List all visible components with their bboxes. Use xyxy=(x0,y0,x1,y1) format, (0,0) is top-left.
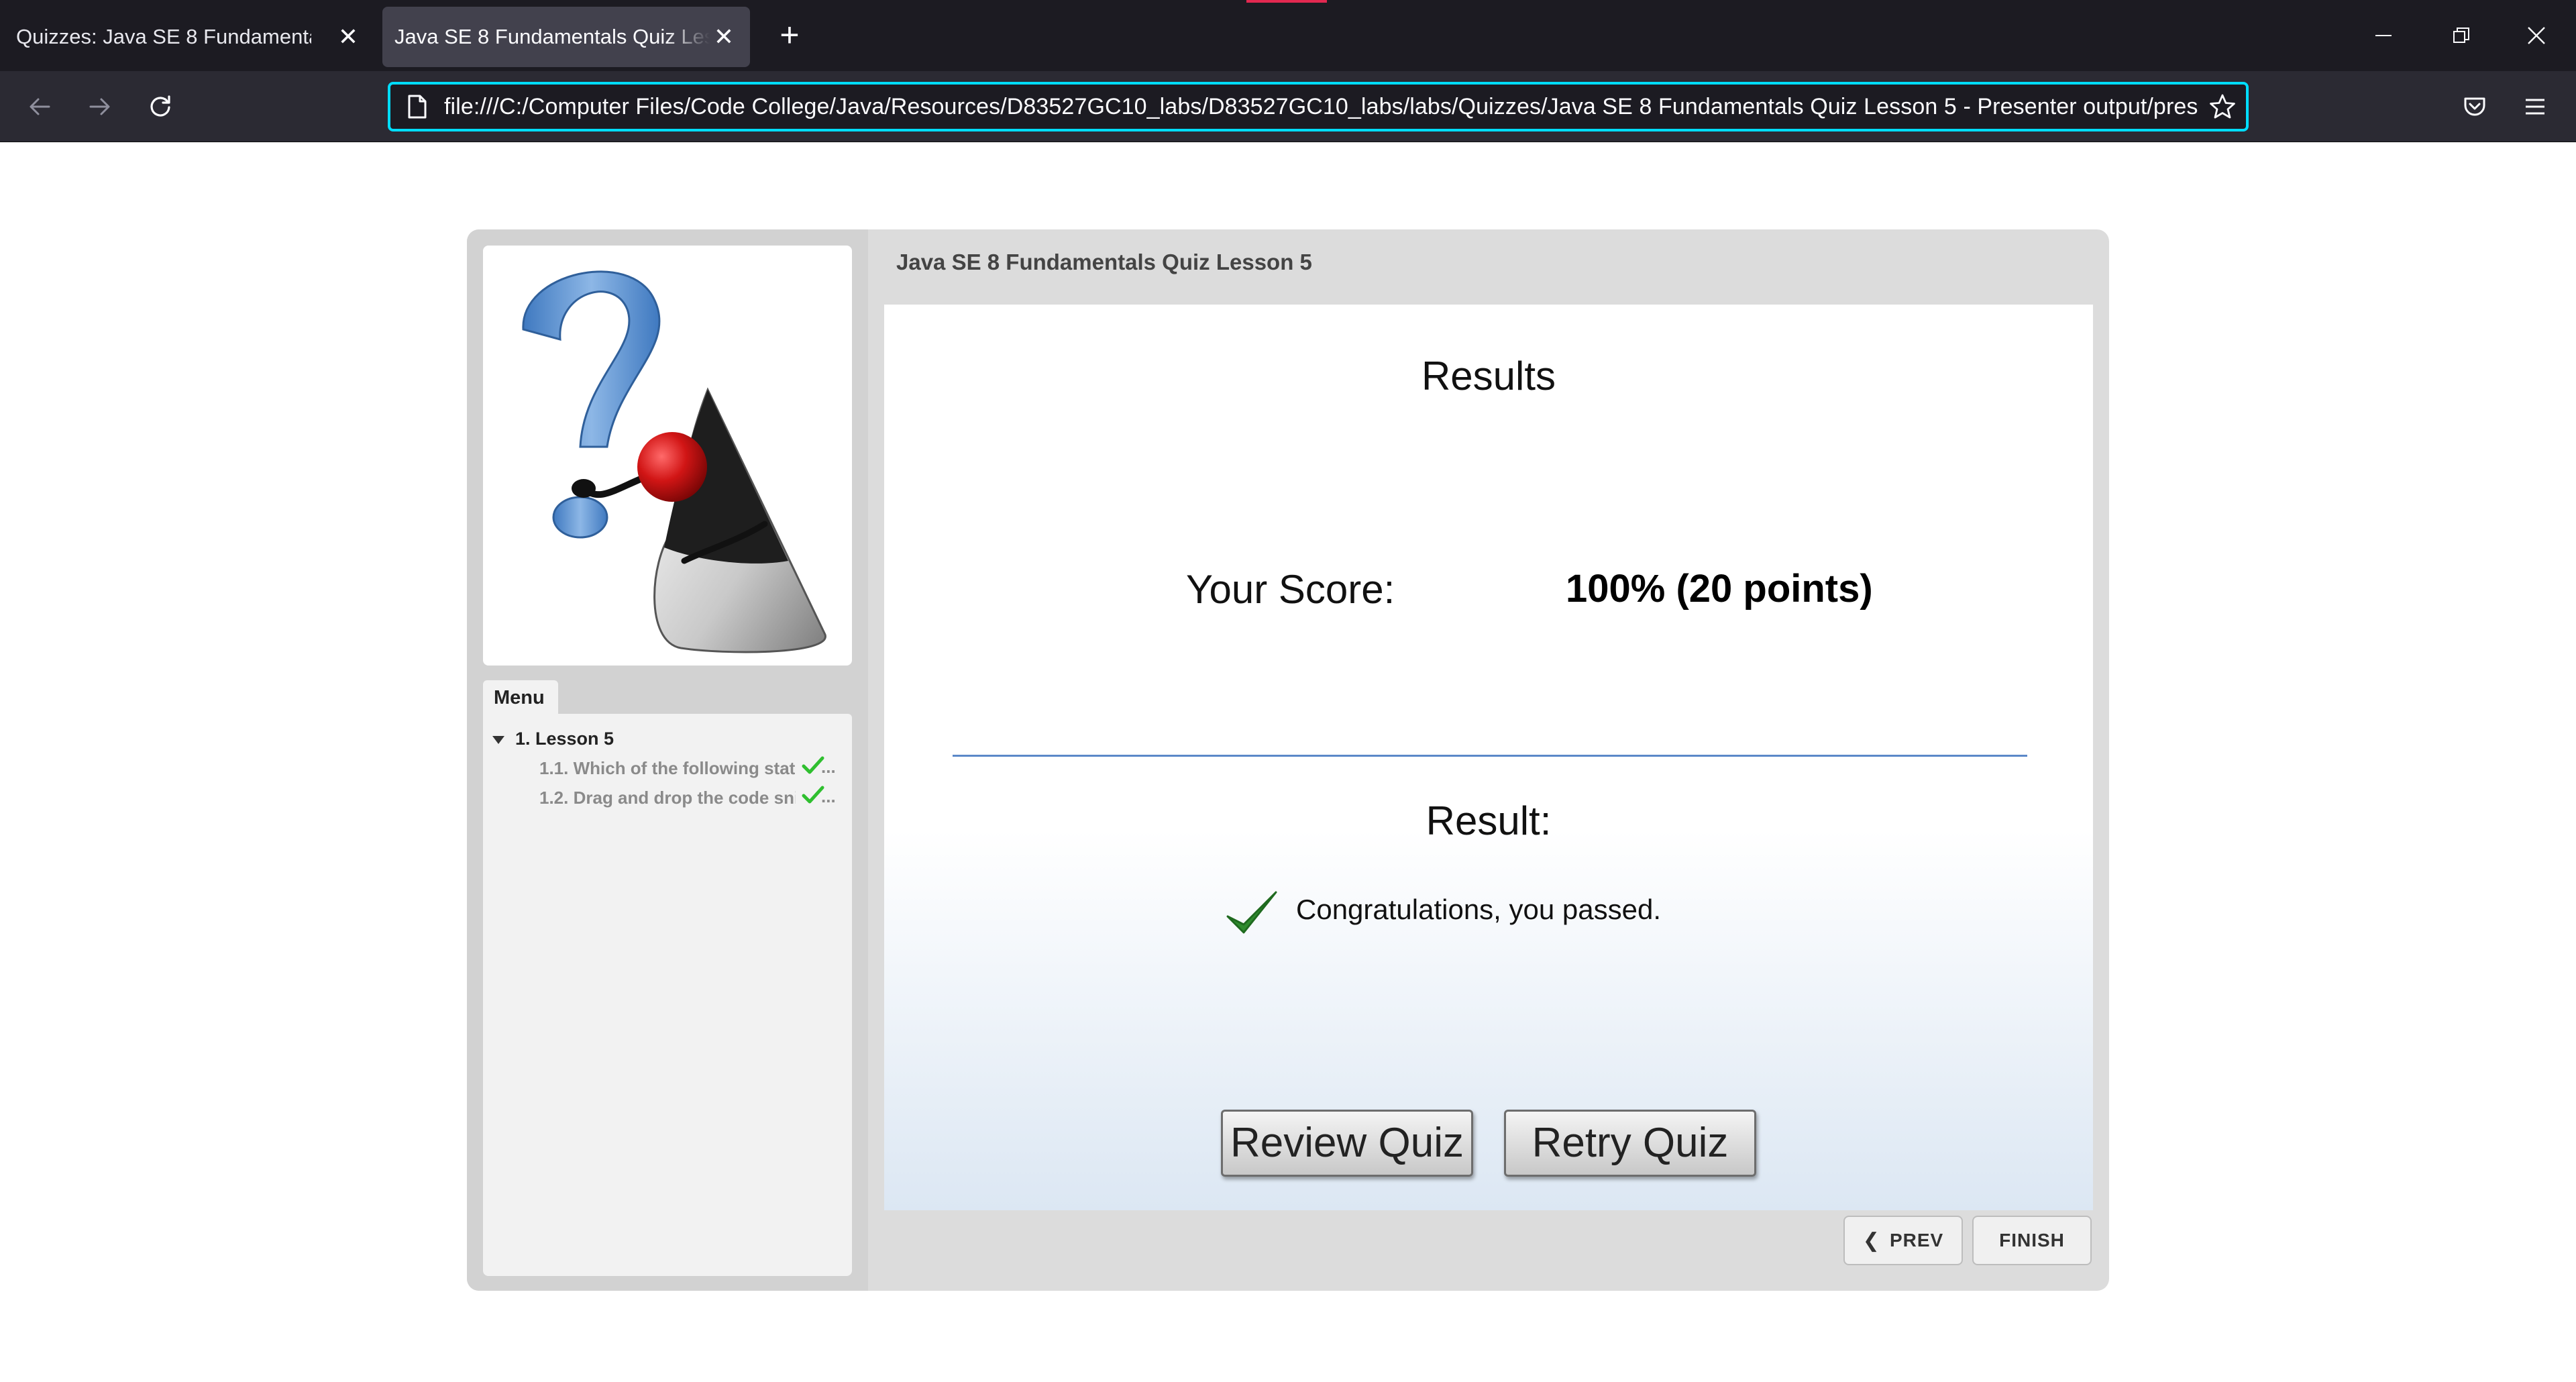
quiz-sidebar: Menu 1. Lesson 5 1.1. Which of the follo… xyxy=(467,229,868,1291)
bookmark-star-icon[interactable] xyxy=(2199,85,2246,129)
navigation-bar: file:///C:/Computer Files/Code College/J… xyxy=(0,71,2576,142)
score-value: 100% (20 points) xyxy=(1566,567,1873,610)
result-label: Result: xyxy=(1426,798,1552,843)
quiz-logo xyxy=(483,246,852,666)
close-icon[interactable]: ✕ xyxy=(708,21,739,52)
pocket-icon xyxy=(2464,97,2485,116)
collapse-triangle-icon[interactable] xyxy=(492,735,504,744)
menu-item-label: 1.2. Drag and drop the code snippets xyxy=(539,787,796,808)
menu-item-ellipsis: ... xyxy=(821,757,836,777)
menu-tab[interactable]: Menu xyxy=(483,680,558,715)
finish-button[interactable]: FINISH xyxy=(1972,1216,2092,1265)
quiz-title: Java SE 8 Fundamentals Quiz Lesson 5 xyxy=(896,250,1312,274)
url-text[interactable]: file:///C:/Computer Files/Code College/J… xyxy=(444,94,2199,120)
reload-icon xyxy=(150,95,170,117)
address-bar[interactable]: file:///C:/Computer Files/Code College/J… xyxy=(388,82,2249,131)
window-close-button[interactable] xyxy=(2513,12,2560,59)
restore-button[interactable] xyxy=(2438,12,2485,59)
page-icon xyxy=(390,85,444,129)
minimize-icon xyxy=(2375,35,2392,36)
back-button[interactable] xyxy=(17,85,62,129)
quiz-main: Java SE 8 Fundamentals Quiz Lesson 5 Res… xyxy=(868,229,2109,1291)
chevron-left-icon: ❮ xyxy=(1862,1229,1880,1252)
question-mascot-icon xyxy=(522,270,826,653)
tab-bar: Quizzes: Java SE 8 Fundamentals ✕ Java S… xyxy=(0,0,2576,71)
menu-item-question-2[interactable]: 1.2. Drag and drop the code snippets ... xyxy=(539,786,845,808)
prev-label: PREV xyxy=(1889,1230,1944,1251)
menu-lesson-label: 1. Lesson 5 xyxy=(515,729,614,749)
tab-quizzes[interactable]: Quizzes: Java SE 8 Fundamentals ✕ xyxy=(0,7,373,67)
score-label: Your Score: xyxy=(1186,567,1395,612)
hamburger-menu-icon xyxy=(2526,99,2544,115)
tab-quiz-lesson-5[interactable]: Java SE 8 Fundamentals Quiz Lesson 5 - P… xyxy=(382,7,750,67)
tab-title: Quizzes: Java SE 8 Fundamentals xyxy=(16,25,311,48)
pocket-button[interactable] xyxy=(2453,85,2497,129)
result-message: Congratulations, you passed. xyxy=(1296,894,1662,925)
new-tab-button[interactable]: + xyxy=(771,17,808,54)
divider xyxy=(953,755,2027,757)
prev-button[interactable]: ❮ PREV xyxy=(1843,1216,1963,1265)
quiz-player: Menu 1. Lesson 5 1.1. Which of the follo… xyxy=(467,229,2109,1291)
tab-indicator xyxy=(1246,0,1327,3)
menu-item-question-1[interactable]: 1.1. Which of the following statements .… xyxy=(539,756,845,779)
retry-quiz-button[interactable]: Retry Quiz xyxy=(1504,1110,1756,1177)
close-icon[interactable]: ✕ xyxy=(333,21,364,52)
minimize-button[interactable] xyxy=(2360,12,2407,59)
arrow-right-icon xyxy=(89,98,110,115)
review-quiz-button[interactable]: Review Quiz xyxy=(1221,1110,1473,1177)
forward-button[interactable] xyxy=(78,85,122,129)
app-menu-button[interactable] xyxy=(2513,85,2557,129)
menu-item-label: 1.1. Which of the following statements xyxy=(539,757,796,778)
close-icon xyxy=(2528,27,2545,44)
reload-button[interactable] xyxy=(138,85,182,129)
pass-checkmark-icon xyxy=(1226,891,1277,934)
menu-item-ellipsis: ... xyxy=(821,786,836,806)
menu-lesson-item[interactable]: 1. Lesson 5 xyxy=(492,729,614,749)
arrow-left-icon xyxy=(30,98,50,115)
results-slide: Results Your Score: 100% (20 points) Res… xyxy=(884,305,2093,1210)
restore-icon xyxy=(2453,28,2469,43)
menu-panel: 1. Lesson 5 1.1. Which of the following … xyxy=(483,714,852,1276)
results-heading: Results xyxy=(1421,354,1556,398)
tab-title: Java SE 8 Fundamentals Quiz Lesson 5 - P… xyxy=(394,25,710,48)
